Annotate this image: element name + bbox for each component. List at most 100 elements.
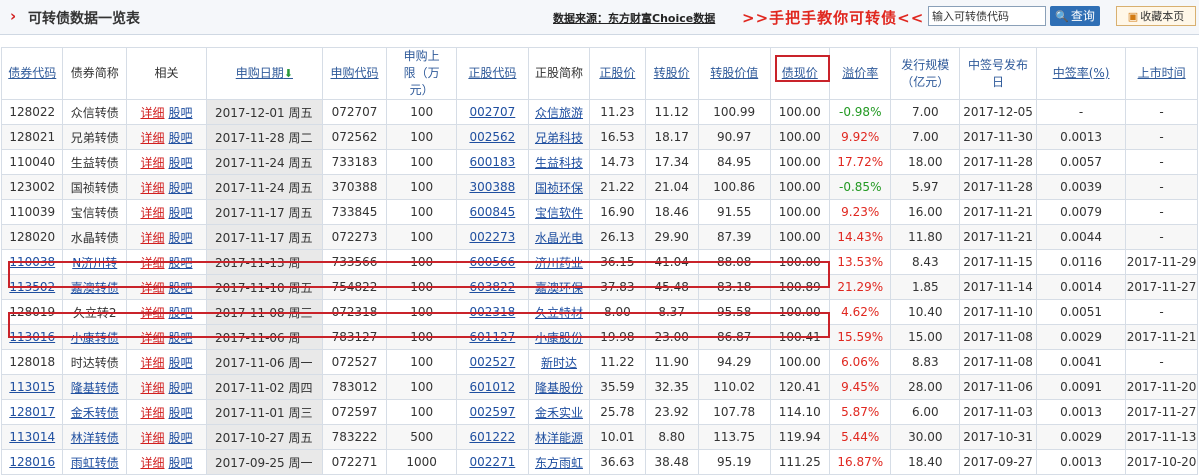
guba-link[interactable]: 股吧 bbox=[168, 206, 192, 220]
col-premium[interactable]: 溢价率 bbox=[828, 47, 892, 100]
stock-code[interactable]: 600566 bbox=[456, 249, 529, 275]
bond-code-link[interactable]: 128016 bbox=[9, 455, 55, 469]
stock-code-link[interactable]: 002527 bbox=[469, 355, 515, 369]
detail-link[interactable]: 详细 bbox=[140, 356, 164, 370]
guba-link[interactable]: 股吧 bbox=[168, 181, 192, 195]
stock-code-link[interactable]: 600566 bbox=[469, 255, 515, 269]
stock-name[interactable]: 水晶光电 bbox=[527, 224, 591, 250]
detail-link[interactable]: 详细 bbox=[140, 231, 164, 245]
stock-name-link[interactable]: 嘉澳环保 bbox=[535, 281, 583, 295]
guba-link[interactable]: 股吧 bbox=[168, 256, 192, 270]
stock-name-link[interactable]: 水晶光电 bbox=[535, 231, 583, 245]
bond-code[interactable]: 110038 bbox=[0, 249, 64, 275]
stock-code-link[interactable]: 300388 bbox=[469, 180, 515, 194]
guba-link[interactable]: 股吧 bbox=[168, 231, 192, 245]
guba-link[interactable]: 股吧 bbox=[168, 156, 192, 170]
bond-code[interactable]: 113015 bbox=[0, 374, 64, 400]
stock-code[interactable]: 002318 bbox=[456, 299, 529, 325]
stock-name[interactable]: 小康股份 bbox=[527, 324, 591, 350]
stock-name-link[interactable]: 东方雨虹 bbox=[535, 456, 583, 470]
stock-code[interactable]: 601012 bbox=[456, 374, 529, 400]
stock-name[interactable]: 嘉澳环保 bbox=[527, 274, 591, 300]
stock-name[interactable]: 东方雨虹 bbox=[527, 449, 591, 475]
col-bond-price[interactable]: 债现价 bbox=[769, 47, 831, 100]
stock-code[interactable]: 603822 bbox=[456, 274, 529, 300]
bond-code-link[interactable]: 110038 bbox=[9, 255, 55, 269]
data-source-link[interactable]: 数据来源：东方财富Choice数据 bbox=[553, 10, 715, 26]
col-subscribe-code[interactable]: 申购代码 bbox=[321, 47, 388, 100]
bond-code[interactable]: 128017 bbox=[0, 399, 64, 425]
detail-link[interactable]: 详细 bbox=[140, 306, 164, 320]
bond-name-link[interactable]: 林洋转债 bbox=[71, 431, 119, 445]
detail-link[interactable]: 详细 bbox=[140, 456, 164, 470]
col-convert-value[interactable]: 转股价值 bbox=[697, 47, 771, 100]
stock-name[interactable]: 新时达 bbox=[527, 349, 591, 375]
stock-name[interactable]: 宝信软件 bbox=[527, 199, 591, 225]
guba-link[interactable]: 股吧 bbox=[168, 306, 192, 320]
stock-code-link[interactable]: 002562 bbox=[469, 130, 515, 144]
guba-link[interactable]: 股吧 bbox=[168, 431, 192, 445]
stock-name[interactable]: 金禾实业 bbox=[527, 399, 591, 425]
stock-name-link[interactable]: 久立特材 bbox=[535, 306, 583, 320]
stock-code-link[interactable]: 002318 bbox=[469, 305, 515, 319]
guba-link[interactable]: 股吧 bbox=[168, 131, 192, 145]
col-stock-price[interactable]: 正股价 bbox=[589, 47, 646, 100]
stock-code[interactable]: 600183 bbox=[456, 149, 529, 175]
stock-code-link[interactable]: 601127 bbox=[469, 330, 515, 344]
bond-name[interactable]: 林洋转债 bbox=[62, 424, 128, 450]
detail-link[interactable]: 详细 bbox=[140, 206, 164, 220]
stock-code-link[interactable]: 600183 bbox=[469, 155, 515, 169]
detail-link[interactable]: 详细 bbox=[140, 131, 164, 145]
bond-name[interactable]: 雨虹转债 bbox=[62, 449, 128, 475]
search-input[interactable] bbox=[928, 6, 1046, 26]
bond-code-link[interactable]: 113014 bbox=[9, 430, 55, 444]
detail-link[interactable]: 详细 bbox=[140, 181, 164, 195]
detail-link[interactable]: 详细 bbox=[140, 381, 164, 395]
stock-code-link[interactable]: 002707 bbox=[469, 105, 515, 119]
bond-code[interactable]: 113502 bbox=[0, 274, 64, 300]
guba-link[interactable]: 股吧 bbox=[168, 356, 192, 370]
guba-link[interactable]: 股吧 bbox=[168, 331, 192, 345]
stock-name[interactable]: 林洋能源 bbox=[527, 424, 591, 450]
bond-code[interactable]: 113014 bbox=[0, 424, 64, 450]
stock-code[interactable]: 002271 bbox=[456, 449, 529, 475]
guba-link[interactable]: 股吧 bbox=[168, 456, 192, 470]
col-listing-date[interactable]: 上市时间 bbox=[1125, 47, 1198, 100]
stock-name-link[interactable]: 兄弟科技 bbox=[535, 131, 583, 145]
guba-link[interactable]: 股吧 bbox=[168, 406, 192, 420]
tutorial-link[interactable]: >>手把手教你可转债<< bbox=[742, 7, 924, 28]
stock-name[interactable]: 众信旅游 bbox=[527, 99, 591, 125]
stock-name[interactable]: 隆基股份 bbox=[527, 374, 591, 400]
stock-code-link[interactable]: 603822 bbox=[469, 280, 515, 294]
stock-code[interactable]: 002273 bbox=[456, 224, 529, 250]
stock-name[interactable]: 生益科技 bbox=[527, 149, 591, 175]
stock-name[interactable]: 济川药业 bbox=[527, 249, 591, 275]
bond-name-link[interactable]: 嘉澳转债 bbox=[71, 281, 119, 295]
stock-name[interactable]: 久立特材 bbox=[527, 299, 591, 325]
stock-code-link[interactable]: 002271 bbox=[469, 455, 515, 469]
query-button[interactable]: 🔍 查询 bbox=[1050, 6, 1100, 26]
col-subscribe-limit[interactable]: 申购上限（万元） bbox=[386, 47, 457, 100]
stock-name-link[interactable]: 宝信软件 bbox=[535, 206, 583, 220]
stock-name-link[interactable]: 生益科技 bbox=[535, 156, 583, 170]
col-stock-code[interactable]: 正股代码 bbox=[456, 47, 529, 100]
bond-code-link[interactable]: 113016 bbox=[9, 330, 55, 344]
stock-name-link[interactable]: 济川药业 bbox=[535, 256, 583, 270]
detail-link[interactable]: 详细 bbox=[140, 281, 164, 295]
bond-name-link[interactable]: 小康转债 bbox=[71, 331, 119, 345]
stock-code[interactable]: 300388 bbox=[456, 174, 529, 200]
detail-link[interactable]: 详细 bbox=[140, 106, 164, 120]
detail-link[interactable]: 详细 bbox=[140, 406, 164, 420]
stock-code-link[interactable]: 601012 bbox=[469, 380, 515, 394]
col-win-rate[interactable]: 中签率(%) bbox=[1035, 47, 1127, 100]
bond-code-link[interactable]: 113015 bbox=[9, 380, 55, 394]
bond-name-link[interactable]: 隆基转债 bbox=[71, 381, 119, 395]
stock-code[interactable]: 601127 bbox=[456, 324, 529, 350]
col-convert-price[interactable]: 转股价 bbox=[644, 47, 699, 100]
col-issue-size[interactable]: 发行规模（亿元） bbox=[890, 47, 961, 100]
stock-code[interactable]: 002562 bbox=[456, 124, 529, 150]
col-bond-code[interactable]: 债券代码 bbox=[0, 47, 64, 100]
bond-code-link[interactable]: 113502 bbox=[9, 280, 55, 294]
stock-name-link[interactable]: 新时达 bbox=[541, 356, 577, 370]
stock-name[interactable]: 国祯环保 bbox=[527, 174, 591, 200]
